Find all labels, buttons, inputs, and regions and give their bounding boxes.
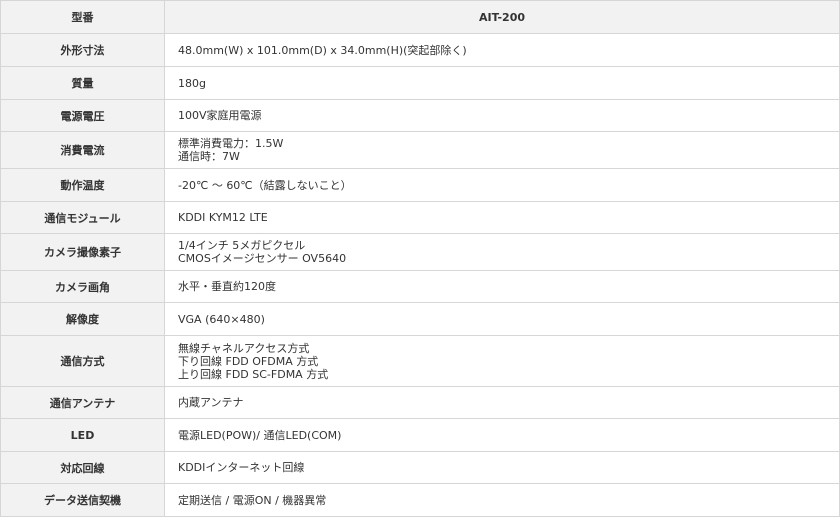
spec-table-body: 型番 AIT-200 外形寸法 48.0mm(W) x 101.0mm(D) x … bbox=[0, 0, 840, 517]
spec-value-line: 無線チャネルアクセス方式 bbox=[178, 341, 310, 355]
spec-value-line: 内蔵アンテナ bbox=[178, 396, 244, 409]
spec-value-line: 上り回線 FDD SC-FDMA 方式 bbox=[178, 367, 329, 381]
spec-row: 消費電流 標準消費電力：1.5W 通信時：7W bbox=[0, 131, 840, 169]
spec-value-line: 標準消費電力：1.5W bbox=[178, 137, 284, 150]
spec-row-value: KDDIインターネット回線 bbox=[164, 451, 840, 484]
spec-row-label: 消費電流 bbox=[0, 131, 165, 169]
spec-value-line: 1/4インチ 5メガピクセル bbox=[178, 239, 306, 252]
spec-table: 型番 AIT-200 外形寸法 48.0mm(W) x 101.0mm(D) x … bbox=[0, 0, 840, 517]
spec-value-line: 180g bbox=[178, 76, 206, 90]
spec-value-line: -20℃ 〜 60℃（結露しないこと） bbox=[178, 178, 352, 192]
spec-row: 通信アンテナ 内蔵アンテナ bbox=[0, 386, 840, 419]
spec-row: 質量 180g bbox=[0, 66, 840, 100]
spec-row-value: 内蔵アンテナ bbox=[164, 386, 840, 419]
spec-row: 電源電圧 100V家庭用電源 bbox=[0, 99, 840, 132]
spec-row: LED 電源LED(POW)/ 通信LED(COM) bbox=[0, 418, 840, 452]
spec-value-line: 100V家庭用電源 bbox=[178, 109, 262, 122]
spec-row-label: カメラ撮像素子 bbox=[0, 233, 165, 271]
spec-row: 動作温度 -20℃ 〜 60℃（結露しないこと） bbox=[0, 168, 840, 202]
spec-row-label: 外形寸法 bbox=[0, 33, 165, 67]
spec-row: 解像度 VGA (640×480) bbox=[0, 302, 840, 336]
spec-row-value: VGA (640×480) bbox=[164, 302, 840, 336]
spec-row: 対応回線 KDDIインターネット回線 bbox=[0, 451, 840, 484]
spec-row-value: 100V家庭用電源 bbox=[164, 99, 840, 132]
spec-row-label: カメラ画角 bbox=[0, 270, 165, 303]
spec-row-label: LED bbox=[0, 418, 165, 452]
spec-value-line: KDDIインターネット回線 bbox=[178, 461, 305, 474]
spec-row-value: 水平・垂直約120度 bbox=[164, 270, 840, 303]
spec-row: データ送信契機 定期送信 / 電源ON / 機器異常 bbox=[0, 483, 840, 517]
spec-row-value: 48.0mm(W) x 101.0mm(D) x 34.0mm(H)(突起部除く… bbox=[164, 33, 840, 67]
spec-row-label: 対応回線 bbox=[0, 451, 165, 484]
spec-value-line: KDDI KYM12 LTE bbox=[178, 211, 268, 224]
spec-row: 通信モジュール KDDI KYM12 LTE bbox=[0, 201, 840, 234]
spec-row-label: 通信アンテナ bbox=[0, 386, 165, 419]
spec-value-line: 定期送信 / 電源ON / 機器異常 bbox=[178, 493, 327, 507]
spec-value-line: 水平・垂直約120度 bbox=[178, 280, 276, 293]
spec-row-label: 質量 bbox=[0, 66, 165, 100]
spec-value-line: 48.0mm(W) x 101.0mm(D) x 34.0mm(H)(突起部除く… bbox=[178, 43, 467, 57]
spec-row-value: 180g bbox=[164, 66, 840, 100]
spec-row-value: 無線チャネルアクセス方式 下り回線 FDD OFDMA 方式 上り回線 FDD SC… bbox=[164, 335, 840, 387]
spec-row: カメラ画角 水平・垂直約120度 bbox=[0, 270, 840, 303]
spec-header-model: AIT-200 bbox=[164, 0, 840, 34]
spec-value-line: VGA (640×480) bbox=[178, 312, 265, 326]
spec-row: カメラ撮像素子 1/4インチ 5メガピクセル CMOSイメージセンサー OV5640 bbox=[0, 233, 840, 271]
spec-row-value: -20℃ 〜 60℃（結露しないこと） bbox=[164, 168, 840, 202]
spec-row-label: データ送信契機 bbox=[0, 483, 165, 517]
spec-row-value: 1/4インチ 5メガピクセル CMOSイメージセンサー OV5640 bbox=[164, 233, 840, 271]
spec-row: 通信方式 無線チャネルアクセス方式 下り回線 FDD OFDMA 方式 上り回線 FD… bbox=[0, 335, 840, 387]
spec-row-value: KDDI KYM12 LTE bbox=[164, 201, 840, 234]
spec-row-value: 定期送信 / 電源ON / 機器異常 bbox=[164, 483, 840, 517]
spec-row: 外形寸法 48.0mm(W) x 101.0mm(D) x 34.0mm(H)(突… bbox=[0, 33, 840, 67]
spec-value-line: CMOSイメージセンサー OV5640 bbox=[178, 252, 347, 265]
spec-row-label: 動作温度 bbox=[0, 168, 165, 202]
spec-header-row: 型番 AIT-200 bbox=[0, 0, 840, 34]
spec-row-label: 通信モジュール bbox=[0, 201, 165, 234]
spec-value-line: 通信時：7W bbox=[178, 150, 240, 163]
spec-header-label: 型番 bbox=[0, 0, 165, 34]
spec-row-label: 解像度 bbox=[0, 302, 165, 336]
spec-row-label: 通信方式 bbox=[0, 335, 165, 387]
spec-row-label: 電源電圧 bbox=[0, 99, 165, 132]
spec-row-value: 標準消費電力：1.5W 通信時：7W bbox=[164, 131, 840, 169]
spec-value-line: 下り回線 FDD OFDMA 方式 bbox=[178, 354, 319, 368]
spec-value-line: 電源LED(POW)/ 通信LED(COM) bbox=[178, 428, 342, 442]
spec-row-value: 電源LED(POW)/ 通信LED(COM) bbox=[164, 418, 840, 452]
